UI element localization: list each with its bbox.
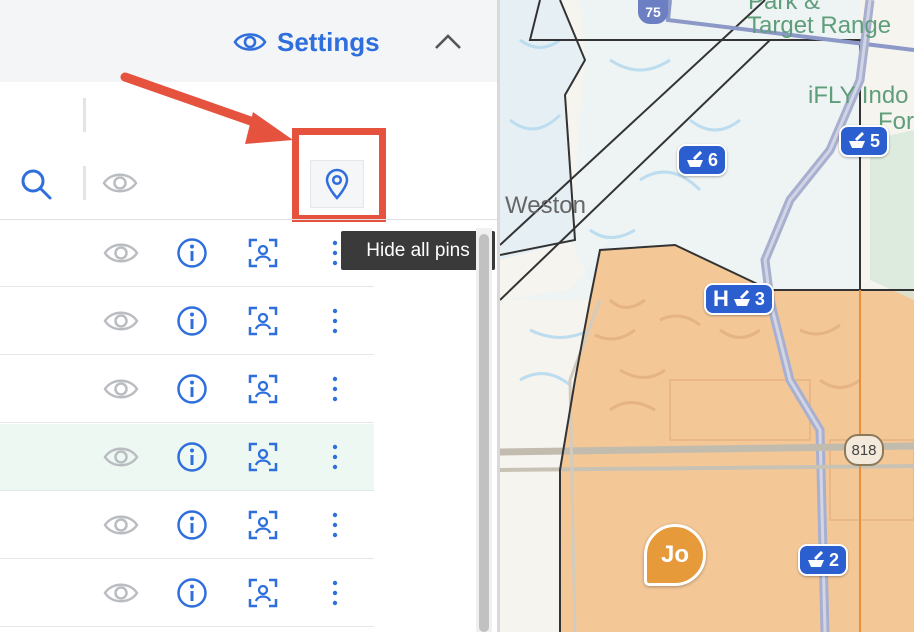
pin-count: 3 (754, 288, 765, 309)
search-icon[interactable] (18, 166, 54, 202)
info-icon[interactable] (176, 237, 208, 269)
toolbar-divider (83, 166, 86, 200)
pin-count: 6 (708, 149, 719, 170)
list-item[interactable] (0, 424, 374, 491)
list-item[interactable] (0, 356, 374, 423)
more-options-icon[interactable] (326, 374, 344, 404)
eye-icon (233, 33, 267, 51)
mortar-pestle-icon (808, 551, 824, 567)
visibility-eye-icon[interactable] (103, 239, 139, 267)
tooltip: Hide all pins (341, 231, 495, 270)
pin-cluster-3[interactable]: H 3 (704, 283, 774, 315)
annotation-arrow (120, 72, 293, 144)
pin-count: 5 (870, 130, 881, 151)
mortar-pestle-icon (849, 132, 865, 148)
list-item[interactable] (0, 288, 374, 355)
list-item[interactable] (0, 220, 374, 287)
visibility-eye-icon[interactable] (103, 579, 139, 607)
mortar-pestle-icon (687, 151, 703, 167)
focus-person-icon[interactable] (248, 578, 278, 608)
user-location-marker[interactable]: Jo (644, 524, 706, 586)
focus-person-icon[interactable] (248, 306, 278, 336)
scrollbar[interactable] (476, 228, 492, 632)
pin-cluster-5[interactable]: 5 (839, 125, 890, 157)
chevron-up-icon[interactable] (432, 28, 464, 56)
scrollbar-thumb[interactable] (479, 234, 489, 632)
map-label-ifly: iFLY Indo (808, 82, 909, 109)
list-item[interactable] (0, 560, 374, 627)
more-options-icon[interactable] (326, 578, 344, 608)
more-options-icon[interactable] (326, 442, 344, 472)
show-all-eye-icon[interactable] (102, 168, 138, 198)
focus-person-icon[interactable] (248, 442, 278, 472)
info-icon[interactable] (176, 577, 208, 609)
map[interactable]: Park & Target Range iFLY Indo For Weston… (500, 0, 914, 632)
pin-cluster-6[interactable]: 6 (677, 144, 728, 176)
focus-person-icon[interactable] (248, 374, 278, 404)
info-icon[interactable] (176, 509, 208, 541)
visibility-eye-icon[interactable] (103, 443, 139, 471)
visibility-eye-icon[interactable] (103, 307, 139, 335)
list-item[interactable] (0, 492, 374, 559)
mortar-pestle-icon (733, 290, 750, 306)
more-options-icon[interactable] (326, 510, 344, 540)
list-panel: Settings Hide all pins (0, 0, 497, 632)
info-icon[interactable] (176, 305, 208, 337)
info-icon[interactable] (176, 441, 208, 473)
map-label-town: Weston (505, 192, 586, 219)
settings-button[interactable]: Settings (233, 24, 380, 60)
focus-person-icon[interactable] (248, 238, 278, 268)
route-shield: 818 (844, 434, 884, 466)
hospital-icon: H (713, 286, 729, 311)
focus-person-icon[interactable] (248, 510, 278, 540)
interstate-shield: 75 (638, 0, 668, 24)
pin-count: 2 (829, 549, 840, 570)
more-options-icon[interactable] (326, 306, 344, 336)
info-icon[interactable] (176, 373, 208, 405)
map-label-target-range: Target Range (747, 12, 892, 39)
settings-label: Settings (277, 26, 380, 57)
toolbar-divider (83, 98, 86, 132)
visibility-eye-icon[interactable] (103, 511, 139, 539)
visibility-eye-icon[interactable] (103, 375, 139, 403)
pin-cluster-2[interactable]: 2 (798, 544, 849, 576)
